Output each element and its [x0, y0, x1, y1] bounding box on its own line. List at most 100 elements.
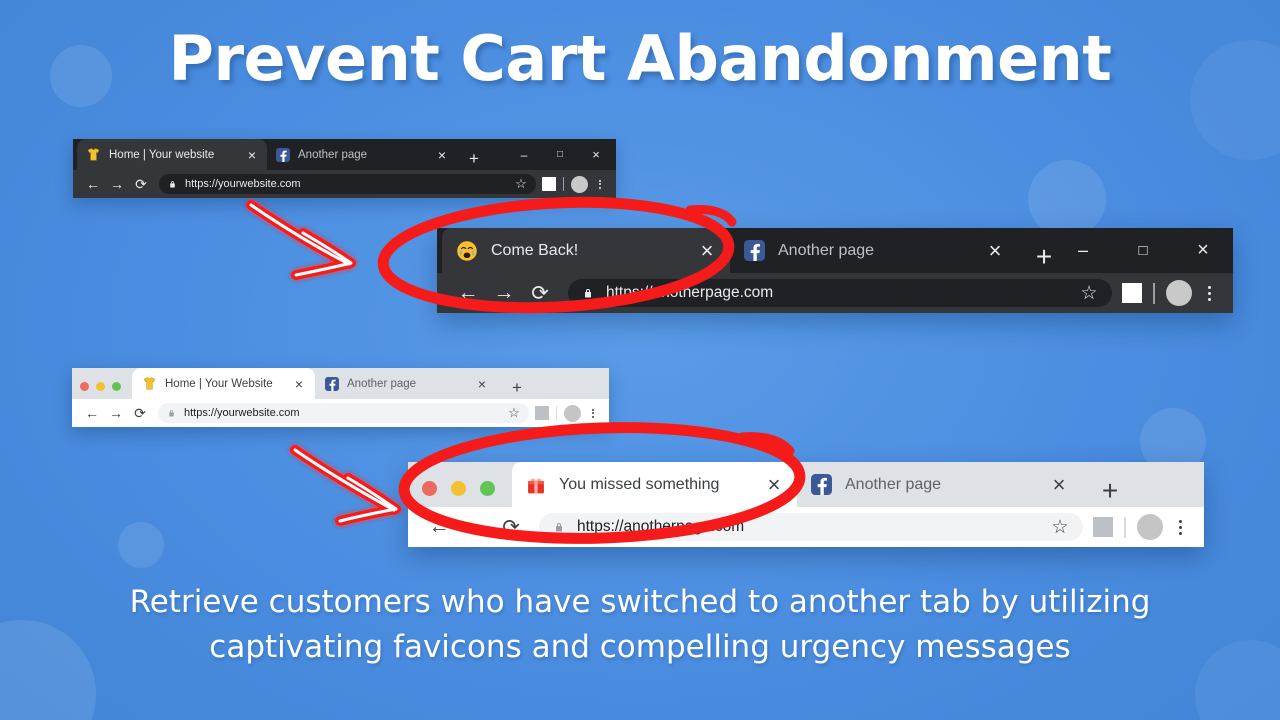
new-tab-button[interactable]: + [1094, 475, 1126, 507]
kebab-menu-icon[interactable] [1169, 515, 1191, 539]
crying-face-icon [456, 240, 478, 262]
extension-square-icon[interactable] [535, 406, 549, 420]
tab-title: Come Back! [491, 241, 579, 259]
bookmark-star-icon[interactable]: ☆ [1050, 517, 1070, 538]
minimize-window-dot[interactable] [451, 481, 466, 496]
tab-home-your-website[interactable]: Home | Your Website × [132, 368, 315, 399]
close-window-dot[interactable] [80, 382, 89, 391]
extension-square-icon[interactable] [542, 177, 556, 191]
minimize-window-dot[interactable] [96, 382, 105, 391]
tab-strip: You missed something × Another page × + [408, 462, 1204, 507]
close-window-icon[interactable]: × [578, 139, 614, 170]
tshirt-icon [142, 376, 157, 391]
avatar[interactable] [571, 175, 588, 193]
tab-another-page[interactable]: Another page × [315, 368, 498, 399]
window-controls: – □ × [506, 139, 616, 170]
close-tab-icon[interactable]: × [434, 147, 450, 163]
close-tab-icon[interactable]: × [696, 238, 718, 263]
tab-title: Another page [845, 475, 942, 493]
mac-window-controls [80, 382, 121, 399]
bookmark-star-icon[interactable]: ☆ [507, 405, 521, 420]
url-text: https://yourwebsite.com [185, 178, 301, 190]
close-tab-icon[interactable]: × [763, 472, 785, 497]
mac-window-controls [422, 481, 495, 507]
reload-button[interactable]: ⟳ [522, 275, 558, 311]
address-bar[interactable]: https://yourwebsite.com ☆ [159, 174, 536, 194]
address-bar[interactable]: https://yourwebsite.com ☆ [158, 403, 529, 423]
toolbar: ← → ⟳ https://yourwebsite.com ☆ [72, 399, 609, 427]
toolbar-divider [563, 177, 564, 191]
url-text: https://yourwebsite.com [184, 407, 300, 419]
tab-strip: Home | Your Website × Another page × + [72, 368, 609, 399]
back-button[interactable]: ← [421, 509, 457, 545]
avatar[interactable] [1137, 514, 1163, 540]
back-button[interactable]: ← [81, 172, 105, 196]
facebook-icon [811, 474, 832, 495]
address-bar[interactable]: https://anotherpage.com ☆ [568, 279, 1112, 307]
maximize-window-dot[interactable] [112, 382, 121, 391]
new-tab-button[interactable]: + [463, 148, 485, 170]
url-text: https://anotherpage.com [606, 284, 774, 301]
kebab-menu-icon[interactable] [585, 405, 601, 421]
tab-another-page[interactable]: Another page × [267, 139, 457, 170]
extension-square-icon[interactable] [1093, 517, 1113, 537]
toolbar: ← → ⟳ https://anotherpage.com ☆ [437, 273, 1233, 313]
reload-button[interactable]: ⟳ [129, 172, 153, 196]
toolbar: ← → ⟳ https://anotherpage.com ☆ [408, 507, 1204, 547]
decorative-circle [0, 620, 96, 720]
browser-window-dark-before: Home | Your website × Another page × + –… [73, 139, 616, 198]
maximize-window-icon[interactable]: □ [1113, 228, 1173, 273]
reload-button[interactable]: ⟳ [128, 401, 152, 425]
facebook-icon [276, 147, 290, 162]
close-tab-icon[interactable]: × [474, 376, 490, 392]
minimize-window-icon[interactable]: – [506, 139, 542, 170]
toolbar-divider [556, 406, 557, 420]
tshirt-icon [86, 147, 101, 162]
tab-you-missed-something[interactable]: You missed something × [512, 462, 797, 507]
minimize-window-icon[interactable]: – [1053, 228, 1113, 273]
reload-button[interactable]: ⟳ [493, 509, 529, 545]
tab-title: Another page [298, 148, 368, 161]
close-tab-icon[interactable]: × [1048, 472, 1070, 497]
back-button[interactable]: ← [450, 275, 486, 311]
decorative-circle [118, 522, 164, 568]
kebab-menu-icon[interactable] [592, 176, 608, 192]
back-button[interactable]: ← [80, 401, 104, 425]
tab-home-your-website[interactable]: Home | Your website × [77, 139, 267, 170]
toolbar-divider [1153, 282, 1155, 304]
tab-title: Home | Your Website [165, 377, 273, 390]
bookmark-star-icon[interactable]: ☆ [1079, 283, 1099, 304]
tab-another-page[interactable]: Another page × [797, 462, 1082, 507]
browser-window-light-before: Home | Your Website × Another page × + ←… [72, 368, 609, 427]
tab-another-page[interactable]: Another page × [730, 228, 1018, 273]
bookmark-star-icon[interactable]: ☆ [514, 176, 528, 191]
browser-window-dark-after: Come Back! × Another page × + – □ × ← → … [437, 228, 1233, 313]
extension-square-icon[interactable] [1122, 283, 1142, 303]
tab-come-back[interactable]: Come Back! × [442, 228, 730, 273]
maximize-window-dot[interactable] [480, 481, 495, 496]
close-window-icon[interactable]: × [1173, 228, 1233, 273]
forward-button[interactable]: → [104, 401, 128, 425]
toolbar: ← → ⟳ https://yourwebsite.com ☆ [73, 170, 616, 198]
url-text: https://anotherpage.com [577, 518, 745, 535]
close-window-dot[interactable] [422, 481, 437, 496]
avatar[interactable] [564, 404, 581, 422]
new-tab-button[interactable]: + [506, 377, 528, 399]
close-tab-icon[interactable]: × [291, 376, 307, 392]
browser-window-light-after: You missed something × Another page × + … [408, 462, 1204, 547]
close-tab-icon[interactable]: × [984, 238, 1006, 263]
tab-title: You missed something [559, 475, 720, 493]
close-tab-icon[interactable]: × [244, 147, 260, 163]
avatar[interactable] [1166, 280, 1192, 306]
lock-icon [552, 520, 566, 535]
forward-button[interactable]: → [457, 509, 493, 545]
forward-button[interactable]: → [486, 275, 522, 311]
kebab-menu-icon[interactable] [1198, 281, 1220, 305]
address-bar[interactable]: https://anotherpage.com ☆ [539, 513, 1083, 541]
caption-text: Retrieve customers who have switched to … [129, 584, 1151, 665]
decorative-circle [1195, 640, 1280, 720]
page-title: Prevent Cart Abandonment [168, 22, 1112, 95]
lock-icon [581, 286, 595, 301]
maximize-window-icon[interactable]: □ [542, 139, 578, 170]
forward-button[interactable]: → [105, 172, 129, 196]
